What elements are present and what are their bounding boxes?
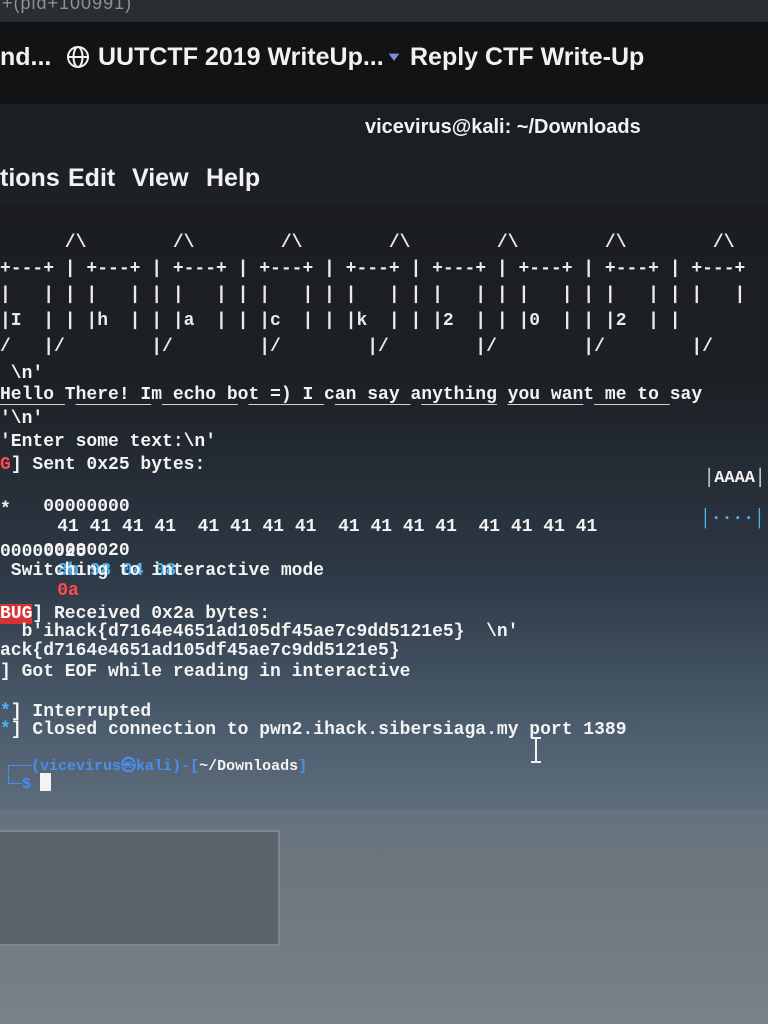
output-line: '\n' xyxy=(0,409,44,429)
browser-tab-bar: nd... UUTCTF 2019 WriteUp... Reply CTF W… xyxy=(0,22,768,104)
window-title: vicevirus@kali: ~/Downloads xyxy=(365,116,641,138)
output-line-flag: ack{d7164e4651ad105df45ae7c9dd5121e5} xyxy=(0,641,400,661)
previous-window-text: +(pid+100991) xyxy=(2,0,133,13)
log-tag: * xyxy=(0,720,11,740)
shell-prompt-line1: ┌──(vicevirus㉿kali)-[~/Downloads] xyxy=(4,758,308,775)
banner-line: | | | | | | | | | | | | | | | | | | | | … xyxy=(0,285,746,305)
text-cursor-icon xyxy=(531,737,541,763)
output-line-hello: Hello There! Im echo bot =) I can say an… xyxy=(0,385,703,405)
hex-star: * xyxy=(0,500,11,520)
window-title-bar[interactable]: vicevirus@kali: ~/Downloads xyxy=(0,104,768,154)
output-line-enter: 'Enter some text:\n' xyxy=(0,432,217,452)
menu-bar: tions Edit View Help xyxy=(0,154,768,204)
hex-ascii: │AAAA│ xyxy=(704,469,766,488)
debug-tag: BUG xyxy=(0,604,33,624)
menu-edit[interactable]: Edit xyxy=(68,164,115,193)
output-line: \n' xyxy=(0,364,44,384)
terminal-output[interactable]: /\ /\ /\ /\ /\ /\ /\ /\ /\ +---+ | +---+… xyxy=(0,204,768,810)
output-line-switching: Switching to interactive mode xyxy=(0,561,325,581)
banner-line: / |/ |/ |/ |/ |/ |/ |/ xyxy=(0,337,713,357)
prompt-symbol: $ xyxy=(22,776,32,793)
prompt-at-icon: ㉿ xyxy=(121,758,137,775)
log-tag: * xyxy=(0,702,11,722)
prompt-host: kali xyxy=(136,758,173,775)
prompt-dir: ~/Downloads xyxy=(199,758,299,775)
tab-favicon-icon xyxy=(388,53,400,61)
ascii-banner: /\ /\ /\ /\ /\ /\ /\ /\ /\ +---+ | +---+… xyxy=(0,204,768,412)
log-tag: G xyxy=(0,455,11,475)
menu-view[interactable]: View xyxy=(132,164,189,193)
terminal-cursor xyxy=(40,773,52,791)
hex-byte-newline: 0a xyxy=(57,581,79,601)
previous-window-strip: +(pid+100991) xyxy=(0,0,768,22)
tab-truncated[interactable]: nd... xyxy=(0,36,51,78)
output-line-bytes: b'ihack{d7164e4651ad105df45ae7c9dd5121e5… xyxy=(0,622,519,642)
log-text: ] Sent 0x25 bytes: xyxy=(10,455,206,475)
banner-line: +---+ | +---+ | +---+ | +---+ | +---+ | … xyxy=(0,259,746,279)
hex-ascii: │····│ xyxy=(700,509,765,529)
hex-offset: 00000000 xyxy=(43,497,130,517)
laptop-panel xyxy=(0,830,280,946)
banner-line: |I | | |h | | |a | | |c | | |k | | |2 | … xyxy=(0,311,681,331)
menu-help[interactable]: Help xyxy=(206,164,260,193)
banner-line: /\ /\ /\ /\ /\ /\ /\ /\ /\ xyxy=(64,233,735,253)
hex-end-offset: 00000025 xyxy=(0,542,87,562)
output-line-received: BUG] Received 0x2a bytes: xyxy=(0,604,270,624)
shell-prompt-line2[interactable]: └─$ xyxy=(4,773,52,793)
log-text: ] Interrupted xyxy=(10,702,152,722)
tab-label: Reply CTF Write-Up xyxy=(410,42,645,71)
tab-uutctf-writeup[interactable]: UUTCTF 2019 WriteUp... xyxy=(66,36,384,78)
globe-icon xyxy=(67,46,89,68)
tab-label: UUTCTF 2019 WriteUp... xyxy=(98,42,384,71)
laptop-bezel xyxy=(0,810,768,1024)
menu-actions[interactable]: tions xyxy=(0,164,60,193)
output-line-eof: ] Got EOF while reading in interactive xyxy=(0,662,411,682)
output-line-sent: G] Sent 0x25 bytes: xyxy=(0,455,205,475)
output-line-interrupted: *] Interrupted xyxy=(0,702,151,722)
tab-label: nd... xyxy=(0,42,52,71)
tab-reply-ctf-writeup[interactable]: Reply CTF Write-Up xyxy=(386,36,644,78)
log-text: ] Received 0x2a bytes: xyxy=(32,604,271,624)
